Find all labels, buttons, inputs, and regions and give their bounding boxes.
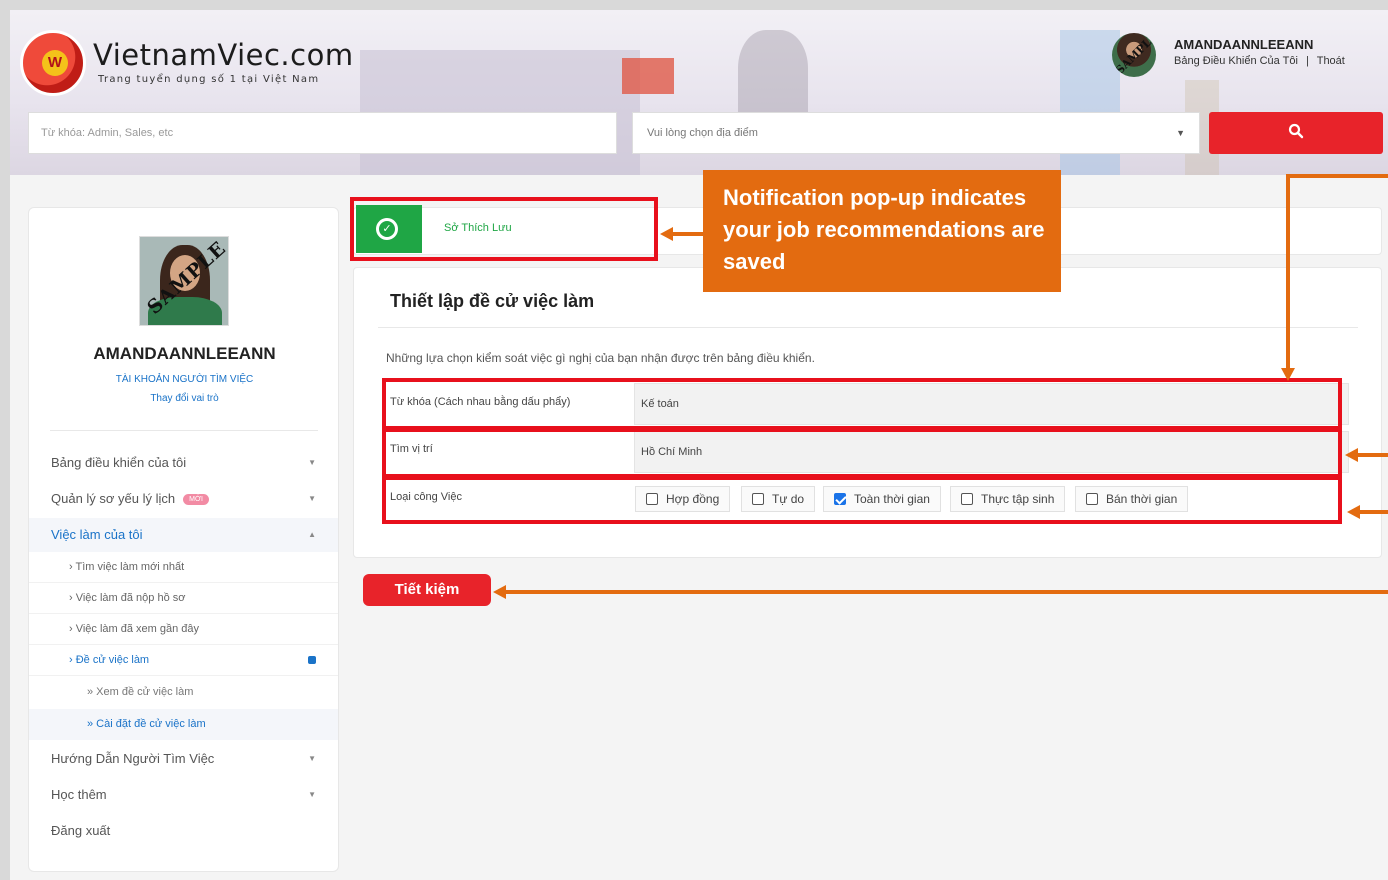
profile-photo[interactable]: SAMPLE (139, 236, 229, 326)
chevron-down-icon: ▼ (1176, 128, 1185, 138)
highlight-job-type-row (382, 476, 1342, 524)
highlight-keyword-row (382, 378, 1342, 430)
annotation-arrow-save (505, 590, 1388, 594)
location-select[interactable]: Vui lòng chọn địa điểm ▼ (632, 112, 1200, 154)
annotation-arrow-notification (670, 232, 704, 236)
chevron-down-icon: ▼ (308, 458, 316, 467)
sidebar-divider (50, 430, 318, 431)
search-icon (1288, 123, 1304, 139)
sidebar-subitem-label: › Tìm việc làm mới nhất (69, 561, 185, 573)
sidebar: SAMPLE AMANDAANNLEEANN TÀI KHOẢN NGƯỜI T… (28, 207, 339, 872)
sidebar-subitem-label: › Đề cử việc làm (69, 654, 150, 666)
chevron-down-icon: ▼ (308, 494, 316, 503)
page-title: Thiết lập đề cử việc làm (390, 291, 595, 311)
location-select-placeholder: Vui lòng chọn địa điểm (647, 127, 758, 139)
sidebar-subitem-viewed-jobs[interactable]: › Việc làm đã xem gần đây (29, 614, 338, 645)
settings-description: Những lựa chọn kiểm soát việc gì nghị củ… (386, 351, 815, 365)
header-links: Bảng Điều Khiển Của Tôi | Thoát (1174, 55, 1345, 67)
chevron-down-icon: ▼ (308, 754, 316, 763)
arrow-left-icon (1347, 505, 1360, 519)
sidebar-item-label: Bảng điều khiển của tôi (51, 455, 187, 470)
profile-name: AMANDAANNLEEANN (93, 344, 276, 363)
sidebar-item-label: Hướng Dẫn Người Tìm Việc (51, 751, 215, 766)
account-role: TÀI KHOẢN NGƯỜI TÌM VIỆC (115, 374, 254, 385)
header-user-name: AMANDAANNLEEANN (1174, 37, 1314, 52)
sidebar-item-label: Việc làm của tôi (51, 527, 143, 542)
link-separator: | (1306, 55, 1309, 67)
keyword-search-placeholder: Từ khóa: Admin, Sales, etc (41, 127, 174, 139)
sidebar-item-dashboard[interactable]: Bảng điều khiển của tôi ▼ (29, 446, 338, 480)
screenshot-frame-top (0, 0, 1388, 10)
sidebar-subsubitem-view-recommendations[interactable]: » Xem đề cử việc làm (29, 677, 338, 708)
sidebar-subsubitem-label: » Xem đề cử việc làm (87, 686, 194, 698)
title-divider (378, 327, 1358, 328)
banner-flag-image (622, 58, 674, 94)
banner-statue-image (738, 30, 808, 125)
save-button[interactable]: Tiết kiệm (363, 574, 491, 606)
sidebar-item-label: Đăng xuất (51, 823, 111, 838)
sidebar-subitem-label: › Việc làm đã xem gần đây (69, 623, 200, 635)
sidebar-subitem-job-recommendations[interactable]: › Đề cử việc làm (29, 645, 338, 676)
screenshot-frame-left (0, 0, 10, 880)
sidebar-item-my-jobs[interactable]: Việc làm của tôi ▲ (29, 518, 338, 552)
sidebar-subsubitem-recommendation-settings[interactable]: » Cài đặt đề cử việc làm (29, 709, 338, 740)
annotation-callout: Notification pop-up indicates your job r… (703, 170, 1061, 292)
new-badge: MỚI (183, 494, 209, 506)
chevron-up-icon: ▲ (308, 530, 316, 539)
arrow-left-icon (493, 585, 506, 599)
sidebar-subitem-applied-jobs[interactable]: › Việc làm đã nộp hồ sơ (29, 583, 338, 614)
chevron-down-icon: ▼ (308, 790, 316, 799)
sidebar-item-label: Học thêm (51, 787, 107, 802)
sidebar-item-label: Quản lý sơ yếu lý lịch (51, 491, 176, 506)
sidebar-subitem-latest-jobs[interactable]: › Tìm việc làm mới nhất (29, 552, 338, 583)
arrow-left-icon (1345, 448, 1358, 462)
search-button[interactable] (1209, 112, 1383, 154)
sidebar-subitem-label: › Việc làm đã nộp hồ sơ (69, 592, 186, 604)
annotation-arrow-job-type (1358, 510, 1388, 514)
change-role-link[interactable]: Thay đổi vai trò (29, 393, 340, 404)
dashboard-link[interactable]: Bảng Điều Khiển Của Tôi (1174, 55, 1298, 67)
highlight-location-row (382, 428, 1342, 478)
keyword-search-input[interactable]: Từ khóa: Admin, Sales, etc (28, 112, 617, 154)
sidebar-subsubitem-label: » Cài đặt đề cử việc làm (87, 718, 206, 730)
sidebar-item-guide[interactable]: Hướng Dẫn Người Tìm Việc ▼ (29, 742, 338, 776)
logo-tagline: Trang tuyển dụng số 1 tại Việt Nam (98, 74, 320, 85)
logo-wordmark[interactable]: VietnamViec.com (93, 38, 354, 72)
sidebar-item-logout[interactable]: Đăng xuất (29, 814, 338, 848)
sidebar-item-resume[interactable]: Quản lý sơ yếu lý lịch MỚI ▼ (29, 482, 338, 516)
arrow-left-icon (660, 227, 673, 241)
collapse-icon (308, 656, 316, 664)
annotation-arrow-keyword-top (1288, 174, 1388, 178)
sidebar-item-learn-more[interactable]: Học thêm ▼ (29, 778, 338, 812)
highlight-notification (350, 197, 658, 261)
arrow-down-icon (1281, 368, 1295, 381)
header-avatar[interactable]: SAMPLE (1112, 33, 1156, 77)
annotation-arrow-location (1356, 453, 1388, 457)
logout-link[interactable]: Thoát (1317, 55, 1345, 67)
avatar-watermark: SAMPLE (1113, 33, 1156, 77)
logo-letter: W (42, 50, 68, 76)
annotation-arrow-keyword-stem (1286, 174, 1290, 370)
